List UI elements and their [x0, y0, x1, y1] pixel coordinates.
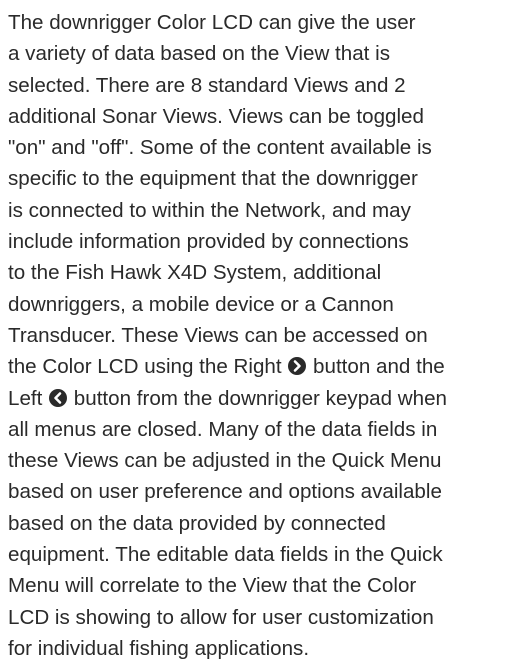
- text-line-5: "on" and "off". Some of the content avai…: [8, 136, 432, 160]
- text-line-12-start: the Color LCD using the Right: [8, 355, 288, 379]
- left-arrow-button-icon: [49, 388, 68, 407]
- right-arrow-button-icon: [288, 357, 307, 376]
- text-line-16: based on user preference and options ava…: [8, 480, 442, 504]
- text-line-8: include information provided by connecti…: [8, 230, 409, 254]
- text-line-9: to the Fish Hawk X4D System, additional: [8, 261, 382, 285]
- text-line-7: is connected to within the Network, and …: [8, 198, 411, 222]
- text-line-13-end: button from the downrigger keypad when: [68, 386, 448, 410]
- text-line-18: equipment. The editable data fields in t…: [8, 543, 443, 567]
- body-paragraph: The downrigger Color LCD can give the us…: [8, 7, 500, 664]
- text-line-4: additional Sonar Views. Views can be tog…: [8, 104, 424, 128]
- text-line-13: Left button from the downrigger keypad w…: [8, 383, 500, 414]
- text-line-15: these Views can be adjusted in the Quick…: [8, 449, 442, 473]
- text-line-19: Menu will correlate to the View that the…: [8, 574, 417, 598]
- text-line-21: for individual fishing applications.: [8, 636, 310, 660]
- text-line-10: downriggers, a mobile device or a Cannon: [8, 292, 394, 316]
- text-line-11: Transducer. These Views can be accessed …: [8, 323, 428, 347]
- text-line-13-start: Left: [8, 386, 49, 410]
- text-line-1: The downrigger Color LCD can give the us…: [8, 11, 416, 34]
- text-line-6: specific to the equipment that the downr…: [8, 167, 418, 191]
- text-line-3: selected. There are 8 standard Views and…: [8, 73, 406, 97]
- text-line-20: LCD is showing to allow for user customi…: [8, 605, 434, 629]
- text-line-12: the Color LCD using the Right button and…: [8, 351, 500, 382]
- text-line-17: based on the data provided by connected: [8, 511, 386, 535]
- text-line-12-end: button and the: [307, 355, 445, 379]
- text-line-14: all menus are closed. Many of the data f…: [8, 417, 438, 441]
- text-line-2: a variety of data based on the View that…: [8, 42, 390, 66]
